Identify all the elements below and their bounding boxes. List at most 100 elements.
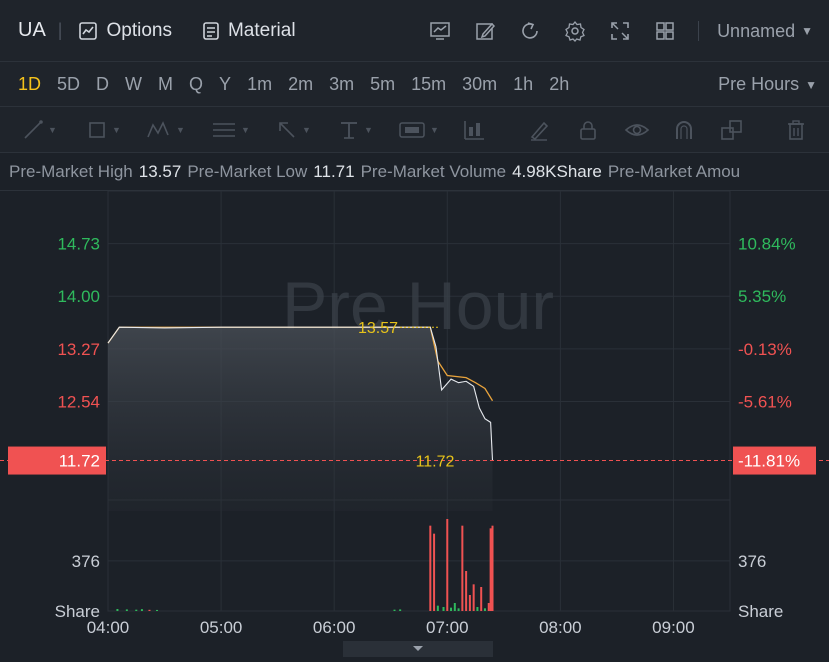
interval-bar: 1D 5D D W M Q Y 1m 2m 3m 5m 15m 30m 1h 2h Pre Hours ▼ <box>0 62 829 107</box>
session-label: Pre Hours <box>718 74 800 94</box>
fullscreen-icon[interactable] <box>608 19 632 43</box>
price-tick-label: 13.27 <box>57 340 100 359</box>
trend-line-tool-icon[interactable]: ▼ <box>22 119 57 141</box>
price-chart[interactable]: Pre Hour 13.5711.72 14.7314.0013.2712.54… <box>0 191 829 641</box>
settings-gear-icon[interactable] <box>563 19 587 43</box>
volume-bar <box>135 609 138 611</box>
interval-1h[interactable]: 1h <box>505 74 541 95</box>
volume-bar <box>468 595 471 611</box>
volume-bar <box>429 525 432 611</box>
arrow-tool-icon[interactable]: ▼ <box>276 119 311 141</box>
magnet-icon[interactable] <box>673 119 695 141</box>
percent-tick-label: -0.13% <box>738 340 792 359</box>
eye-icon[interactable] <box>624 119 650 141</box>
interval-30m[interactable]: 30m <box>454 74 505 95</box>
interval-m[interactable]: M <box>150 74 181 95</box>
price-axis: 14.7314.0013.2712.5411.72376Share <box>8 235 106 621</box>
volume-bar <box>442 607 445 611</box>
rectangle-tool-icon[interactable]: ▼ <box>86 119 121 141</box>
volume-bar <box>453 603 456 611</box>
percent-tick-label: 10.84% <box>738 235 796 254</box>
draw-pencil-icon[interactable] <box>473 19 497 43</box>
header-divider: | <box>57 20 63 40</box>
time-scroll-handle[interactable] <box>343 641 493 657</box>
price-area-fill <box>108 327 493 511</box>
time-tick-label: 05:00 <box>200 618 243 637</box>
pattern-tool-icon[interactable]: ▼ <box>146 119 185 141</box>
volume-bar <box>476 607 479 611</box>
volume-bar <box>156 609 159 611</box>
refresh-icon[interactable] <box>518 19 542 43</box>
pre-market-info-bar: Pre-Market High 13.57 Pre-Market Low 11.… <box>0 153 829 191</box>
chevron-down-icon <box>413 646 423 651</box>
interval-15m[interactable]: 15m <box>403 74 454 95</box>
brush-icon[interactable] <box>528 119 550 141</box>
volume-bar <box>487 603 490 611</box>
interval-d[interactable]: D <box>88 74 117 95</box>
layout-grid-icon[interactable] <box>653 19 677 43</box>
time-tick-label: 04:00 <box>87 618 130 637</box>
trash-icon[interactable] <box>785 119 807 141</box>
volume-bar <box>465 571 468 611</box>
volume-tick-label: 376 <box>72 552 100 571</box>
price-label-tool-icon[interactable]: ▼ <box>398 119 439 141</box>
pre-market-low-label: Pre-Market Low <box>187 161 308 181</box>
ticker-symbol[interactable]: UA <box>18 19 46 42</box>
interval-5m[interactable]: 5m <box>362 74 403 95</box>
chart-type-icon[interactable] <box>462 119 486 141</box>
interval-list: 1D 5D D W M Q Y 1m 2m 3m 5m 15m 30m 1h 2h <box>10 74 577 95</box>
volume-bar <box>491 525 494 611</box>
volume-bar <box>393 609 396 611</box>
interval-y[interactable]: Y <box>211 74 239 95</box>
interval-2h[interactable]: 2h <box>541 74 577 95</box>
price-area <box>108 327 493 511</box>
pre-market-low-value: 11.71 <box>313 161 355 181</box>
text-tool-icon[interactable]: ▼ <box>338 119 373 141</box>
pre-market-volume-value: 4.98KShare <box>512 161 602 181</box>
layers-icon[interactable] <box>720 119 744 141</box>
session-dropdown[interactable]: Pre Hours ▼ <box>718 62 817 107</box>
material-button[interactable]: Material <box>202 20 296 42</box>
interval-2m[interactable]: 2m <box>280 74 321 95</box>
pre-market-volume-label: Pre-Market Volume <box>360 161 507 181</box>
volume-bar <box>480 587 483 611</box>
lock-icon[interactable] <box>577 119 599 141</box>
interval-q[interactable]: Q <box>181 74 211 95</box>
drawing-toolbar: ▼ ▼ ▼ ▼ ▼ ▼ ▼ <box>0 107 829 153</box>
header-tools: Unnamed ▼ <box>428 0 829 62</box>
material-document-icon <box>203 21 219 40</box>
indicator-icon[interactable] <box>428 19 452 43</box>
pre-market-high-value: 13.57 <box>138 161 182 181</box>
interval-5d[interactable]: 5D <box>49 74 88 95</box>
volume-bar <box>461 525 464 611</box>
volume-bar <box>399 609 402 611</box>
volume-bar <box>433 533 436 611</box>
options-chart-icon <box>79 21 98 40</box>
interval-1d[interactable]: 1D <box>10 74 49 95</box>
interval-3m[interactable]: 3m <box>321 74 362 95</box>
volume-bars <box>116 519 494 611</box>
chart-header: UA | Options Material Unnamed ▼ <box>0 0 829 62</box>
volume-bar <box>125 609 128 611</box>
high-marker-label: 13.57 <box>358 320 398 337</box>
layout-name-dropdown[interactable]: Unnamed ▼ <box>717 21 813 42</box>
volume-bar <box>472 584 475 611</box>
percent-axis[interactable]: 10.84% 5.35% -0.13% -5.61% -11.81% 376 Share <box>733 235 816 621</box>
pre-market-high-label: Pre-Market High <box>9 161 133 181</box>
price-tick-label: 12.54 <box>57 392 100 411</box>
percent-tick-label: -5.61% <box>738 392 792 411</box>
fib-tool-icon[interactable]: ▼ <box>211 119 250 141</box>
options-label: Options <box>106 19 172 41</box>
options-button[interactable]: Options <box>78 19 172 42</box>
volume-bar <box>450 607 453 611</box>
volume-unit-label-right: Share <box>738 602 783 621</box>
header-tools-divider <box>698 21 700 41</box>
time-tick-label: 06:00 <box>313 618 356 637</box>
layout-name-label: Unnamed <box>717 20 796 41</box>
interval-w[interactable]: W <box>117 74 150 95</box>
chevron-down-icon: ▼ <box>801 24 813 38</box>
interval-1m[interactable]: 1m <box>239 74 280 95</box>
percent-tick-label: 5.35% <box>738 287 786 306</box>
volume-bar <box>483 608 486 611</box>
volume-tick-label-right: 376 <box>738 552 766 571</box>
